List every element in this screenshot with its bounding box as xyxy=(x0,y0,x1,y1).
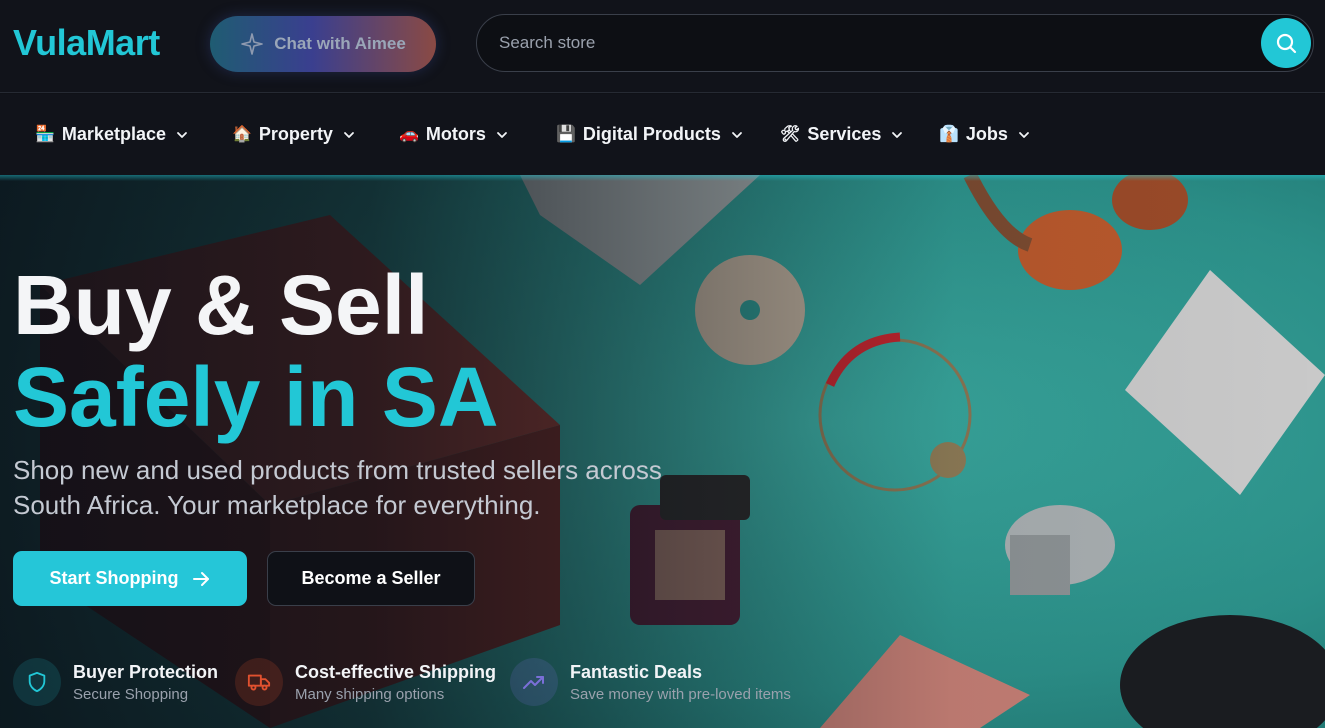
chevron-down-icon xyxy=(892,131,903,138)
nav-label: Digital Products xyxy=(582,124,721,144)
hero-top-glow xyxy=(0,175,1325,181)
shield-icon xyxy=(28,671,46,693)
car-icon: 🚗 xyxy=(399,125,419,143)
nav-label: Property xyxy=(258,124,333,144)
feature-subtitle: Many shipping options xyxy=(295,685,445,703)
chevron-down-icon xyxy=(344,131,354,138)
hero-banner: Buy & Sell Safely in SA Shop new and use… xyxy=(0,175,1325,728)
become-seller-button[interactable]: Become a Seller xyxy=(267,551,475,606)
feature-title: Cost-effective Shipping xyxy=(295,661,497,682)
hero-headline-line2: Safely in SA xyxy=(13,350,499,444)
start-shopping-label: Start Shopping xyxy=(49,568,179,588)
nav-label: Marketplace xyxy=(61,124,166,144)
house-icon: 🏠 xyxy=(232,125,252,143)
nav-item-property[interactable]: 🏠 Property xyxy=(232,94,356,175)
nav-label: Services xyxy=(807,124,882,144)
nav-item-jobs[interactable]: 👔 Jobs xyxy=(939,94,1031,175)
tools-icon: 🛠 xyxy=(780,125,801,143)
hero-headline-line1: Buy & Sell xyxy=(13,258,429,352)
feature-icon-wrap xyxy=(13,658,61,706)
nav-item-services[interactable]: 🛠 Services xyxy=(780,94,904,175)
site-logo[interactable]: VulaMart xyxy=(13,22,160,64)
chevron-down-icon xyxy=(497,131,507,138)
hero-subtitle: Shop new and used products from trusted … xyxy=(13,455,662,520)
feature-icon-wrap xyxy=(510,658,558,706)
truck-icon xyxy=(247,674,271,691)
floppy-disk-icon: 💾 xyxy=(556,125,576,143)
nav-item-marketplace[interactable]: 🏪 Marketplace xyxy=(35,94,189,175)
feature-shipping: Cost-effective Shipping Many shipping op… xyxy=(235,656,496,708)
search-button[interactable] xyxy=(1261,18,1311,68)
nav-item-digital-products[interactable]: 💾 Digital Products xyxy=(556,94,744,175)
feature-deals: Fantastic Deals Save money with pre-love… xyxy=(510,656,791,708)
arrow-right-icon xyxy=(192,571,209,586)
trending-up-icon xyxy=(523,676,544,689)
chevron-down-icon xyxy=(732,131,742,138)
feature-subtitle: Secure Shopping xyxy=(73,685,189,703)
become-seller-label: Become a Seller xyxy=(301,568,441,588)
nav-label: Motors xyxy=(425,124,486,144)
chat-with-aimee-button[interactable]: Chat with Aimee xyxy=(210,16,436,72)
search-input[interactable] xyxy=(497,15,1257,71)
feature-title: Fantastic Deals xyxy=(570,661,703,682)
search-bar xyxy=(476,14,1314,72)
sparkle-icon xyxy=(241,33,263,55)
feature-subtitle: Save money with pre-loved items xyxy=(570,685,791,703)
feature-icon-wrap xyxy=(235,658,283,706)
chevron-down-icon xyxy=(177,131,187,138)
suit-icon: 👔 xyxy=(939,125,959,143)
nav-item-motors[interactable]: 🚗 Motors xyxy=(399,94,509,175)
chat-button-label: Chat with Aimee xyxy=(274,34,406,53)
feature-buyer-protection: Buyer Protection Secure Shopping xyxy=(13,656,218,708)
feature-title: Buyer Protection xyxy=(73,661,219,682)
nav-label: Jobs xyxy=(965,124,1008,144)
site-header: VulaMart Chat with Aimee xyxy=(0,0,1325,93)
store-icon: 🏪 xyxy=(35,125,55,143)
search-icon xyxy=(1276,33,1297,54)
chevron-down-icon xyxy=(1019,131,1029,138)
start-shopping-button[interactable]: Start Shopping xyxy=(13,551,247,606)
category-nav: 🏪 Marketplace 🏠 Property 🚗 Motors 💾 Digi… xyxy=(0,94,1325,175)
